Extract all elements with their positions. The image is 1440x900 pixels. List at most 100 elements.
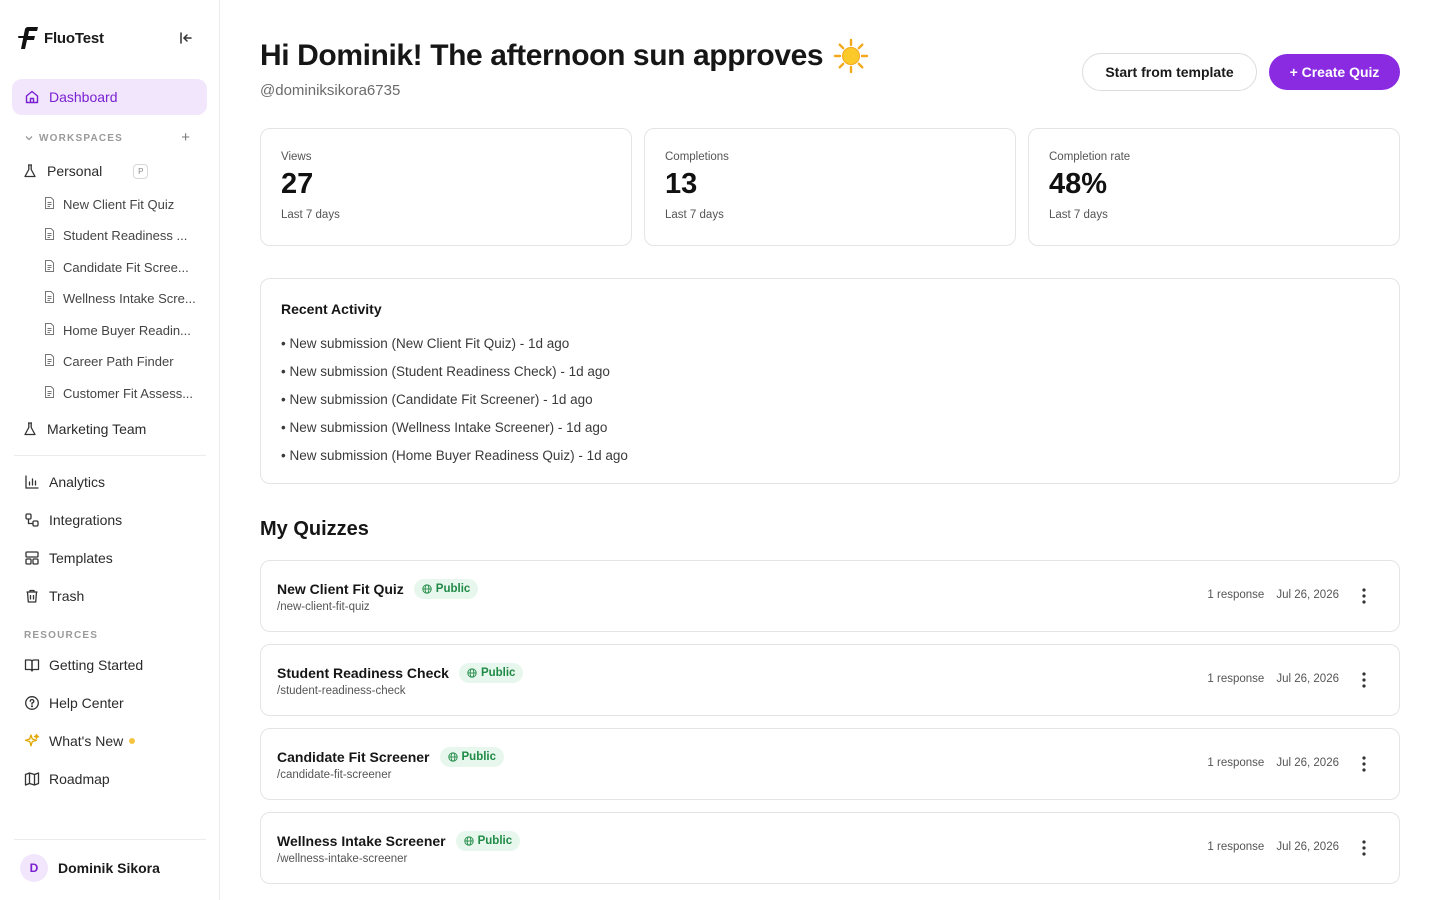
sidebar-item-label: Templates [49,550,113,566]
sidebar-item-analytics[interactable]: Analytics [12,464,207,500]
quiz-date: Jul 26, 2026 [1276,673,1339,685]
quiz-link-label: New Client Fit Quiz [63,196,175,212]
quiz-card[interactable]: Student Readiness Check Public /student-… [260,644,1400,716]
more-options-button[interactable] [1353,669,1375,691]
workspace-name: Personal [47,163,103,179]
template-icon [24,550,40,566]
sidebar-item-whats-new[interactable]: What's New [12,723,207,759]
divider [14,839,206,840]
brand-name: FluoTest [44,29,104,47]
workspace-marketing-team[interactable]: Marketing Team [22,414,202,444]
more-vertical-icon [1362,588,1366,604]
stat-value: 48% [1049,168,1108,200]
sidebar-quiz-link[interactable]: Home Buyer Readin... [44,317,200,343]
sidebar-item-label: Dashboard [49,89,118,105]
quiz-name: Wellness Intake Screener [277,833,446,849]
collapse-sidebar-button[interactable] [176,28,196,48]
sidebar-item-integrations[interactable]: Integrations [12,502,207,538]
my-quizzes-title: My Quizzes [260,518,369,540]
quiz-link-label: Home Buyer Readin... [63,322,191,338]
sidebar-item-getting-started[interactable]: Getting Started [12,647,207,683]
stat-card-views: Views 27 Last 7 days [260,128,632,246]
quiz-name: New Client Fit Quiz [277,581,404,597]
document-icon [44,259,55,275]
sidebar-quiz-link[interactable]: Career Path Finder [44,348,200,374]
new-indicator-dot [129,738,136,744]
workspaces-header[interactable]: WORKSPACES + [24,130,196,146]
workspace-personal[interactable]: Personal P [22,156,202,186]
status-badge: Public [439,747,505,767]
sun-icon [834,38,869,74]
status-badge: Public [458,663,524,683]
sidebar-quiz-link[interactable]: New Client Fit Quiz [44,191,200,217]
more-vertical-icon [1362,840,1366,856]
quiz-meta: 1 response Jul 26, 2026 [1207,757,1339,769]
recent-activity-panel: Recent Activity • New submission (New Cl… [260,278,1400,484]
quiz-responses: 1 response [1207,757,1265,769]
more-options-button[interactable] [1353,753,1375,775]
quiz-card[interactable]: New Client Fit Quiz Public /new-client-f… [260,560,1400,632]
sidebar-item-roadmap[interactable]: Roadmap [12,761,207,797]
brand[interactable]: FluoTest [18,24,104,52]
globe-icon [463,836,474,846]
divider [14,455,206,456]
status-badge-label: Public [461,751,497,763]
add-workspace-button[interactable]: + [181,130,190,146]
quiz-responses: 1 response [1207,589,1265,601]
more-options-button[interactable] [1353,837,1375,859]
avatar: D [20,854,48,882]
quiz-name: Student Readiness Check [277,665,449,681]
quiz-link-label: Candidate Fit Scree... [63,259,189,275]
sidebar-quiz-link[interactable]: Candidate Fit Scree... [44,254,200,280]
quiz-responses: 1 response [1207,841,1265,853]
flask-icon [24,164,36,178]
quiz-title-row: Student Readiness Check Public [277,663,524,683]
quiz-slug: /new-client-fit-quiz [277,601,370,613]
stat-value: 27 [281,168,314,200]
sidebar-item-templates[interactable]: Templates [12,540,207,576]
sidebar-item-help-center[interactable]: Help Center [12,685,207,721]
more-options-button[interactable] [1353,585,1375,607]
document-icon [44,196,55,212]
sidebar-item-trash[interactable]: Trash [12,578,207,614]
stat-value: 13 [665,168,698,200]
greeting-text: Hi Dominik! The afternoon sun approves [260,39,824,72]
quiz-date: Jul 26, 2026 [1276,589,1339,601]
sidebar-item-dashboard[interactable]: Dashboard [12,79,207,115]
user-name: Dominik Sikora [58,860,160,876]
quiz-title-row: Wellness Intake Screener Public [277,831,521,851]
stat-period: Last 7 days [665,209,724,221]
sidebar-quiz-link[interactable]: Wellness Intake Scre... [44,285,200,311]
more-vertical-icon [1362,672,1366,688]
quiz-card[interactable]: Candidate Fit Screener Public /candidate… [260,728,1400,800]
quiz-card[interactable]: Wellness Intake Screener Public /wellnes… [260,812,1400,884]
sidebar-quiz-link[interactable]: Student Readiness ... [44,222,200,248]
sidebar-item-label: Help Center [49,695,124,711]
quiz-slug: /candidate-fit-screener [277,769,392,781]
integrations-icon [24,512,40,528]
home-icon [24,89,40,105]
sidebar-item-label: Roadmap [49,771,110,787]
sidebar-item-label: Getting Started [49,657,144,673]
activity-item: • New submission (Student Readiness Chec… [281,363,610,379]
workspace-name: Marketing Team [47,421,147,437]
activity-item: • New submission (New Client Fit Quiz) -… [281,335,570,351]
user-profile[interactable]: D Dominik Sikora [20,854,160,882]
quiz-meta: 1 response Jul 26, 2026 [1207,589,1339,601]
recent-activity-title: Recent Activity [281,301,382,317]
sidebar-quiz-link[interactable]: Customer Fit Assess... [44,380,200,406]
map-icon [24,771,40,787]
stat-card-completions: Completions 13 Last 7 days [644,128,1016,246]
more-vertical-icon [1362,756,1366,772]
sidebar: FluoTest Dashboard WORKSPACES + Personal… [0,0,220,900]
chevron-down-icon [25,136,33,141]
quiz-name: Candidate Fit Screener [277,749,430,765]
page-title: Hi Dominik! The afternoon sun approves [260,38,869,74]
create-quiz-button[interactable]: + Create Quiz [1269,54,1400,90]
activity-item: • New submission (Candidate Fit Screener… [281,391,593,407]
resources-label: RESOURCES [24,630,99,641]
document-icon [44,322,55,338]
sidebar-item-label: Integrations [49,512,123,528]
help-icon [24,695,40,711]
start-from-template-button[interactable]: Start from template [1082,53,1257,91]
